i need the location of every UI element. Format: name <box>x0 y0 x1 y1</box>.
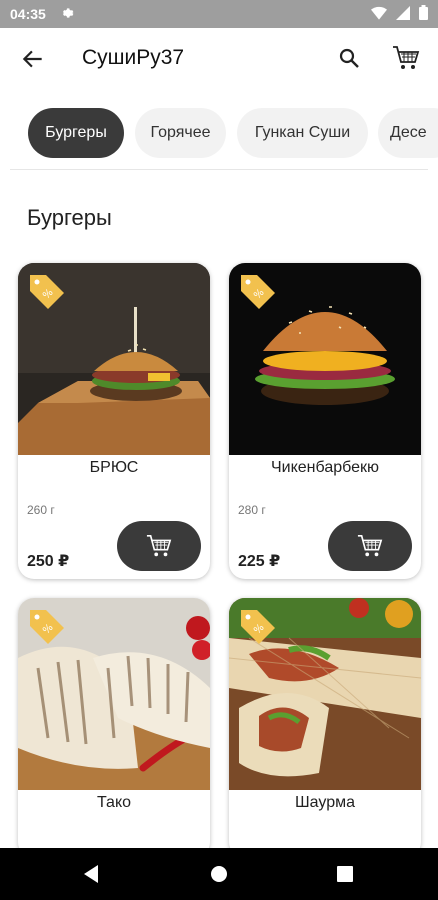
battery-icon <box>419 5 428 23</box>
back-arrow-icon[interactable] <box>20 46 46 72</box>
product-name: Тако <box>96 794 132 811</box>
product-card[interactable]: % Шаурма <box>229 598 421 858</box>
tab-hot[interactable]: Горячее <box>135 108 226 158</box>
product-card[interactable]: % Чикенбарбекю 280 г 225 ₽ <box>229 263 421 579</box>
product-photo: % <box>229 263 421 455</box>
system-nav-bar <box>0 848 438 900</box>
nav-recents-icon[interactable] <box>336 865 354 888</box>
product-price: 250 ₽ <box>27 553 70 570</box>
nav-back-icon[interactable] <box>82 864 100 889</box>
discount-tag-icon: % <box>30 610 64 644</box>
product-card[interactable]: % Тако <box>18 598 210 858</box>
product-photo: % <box>229 598 421 790</box>
nav-home-icon[interactable] <box>209 864 229 889</box>
status-bar: 04:35 <box>0 0 438 28</box>
divider <box>10 169 428 170</box>
product-photo: % <box>18 598 210 790</box>
tab-desserts[interactable]: Десе <box>378 108 438 158</box>
discount-tag-icon: % <box>241 275 275 309</box>
add-to-cart-button[interactable] <box>328 521 412 571</box>
category-tabs: Бургеры Горячее Гункан Суши Десе <box>0 108 438 160</box>
status-time: 04:35 <box>10 6 46 22</box>
tab-burgers[interactable]: Бургеры <box>28 108 124 158</box>
product-name: БРЮС <box>89 459 139 476</box>
cart-icon[interactable] <box>391 44 421 72</box>
product-card[interactable]: % БРЮС 260 г 250 ₽ <box>18 263 210 579</box>
product-name: Шаурма <box>295 794 355 811</box>
cart-icon <box>146 534 172 557</box>
add-to-cart-button[interactable] <box>117 521 201 571</box>
discount-tag-icon: % <box>241 610 275 644</box>
search-icon[interactable] <box>337 46 363 72</box>
product-weight: 260 г <box>27 503 55 517</box>
product-price: 225 ₽ <box>238 553 281 570</box>
product-photo: % <box>18 263 210 455</box>
app-bar: СушиРу37 <box>0 28 438 90</box>
cart-icon <box>357 534 383 557</box>
wifi-icon <box>371 6 387 23</box>
product-weight: 280 г <box>238 503 266 517</box>
page-title: СушиРу37 <box>82 46 185 69</box>
discount-tag-icon: % <box>30 275 64 309</box>
signal-icon <box>396 5 410 23</box>
tab-gunkan-sushi[interactable]: Гункан Суши <box>237 108 368 158</box>
product-name: Чикенбарбекю <box>271 459 379 476</box>
section-title: Бургеры <box>27 205 112 230</box>
settings-gear-icon <box>60 6 74 23</box>
